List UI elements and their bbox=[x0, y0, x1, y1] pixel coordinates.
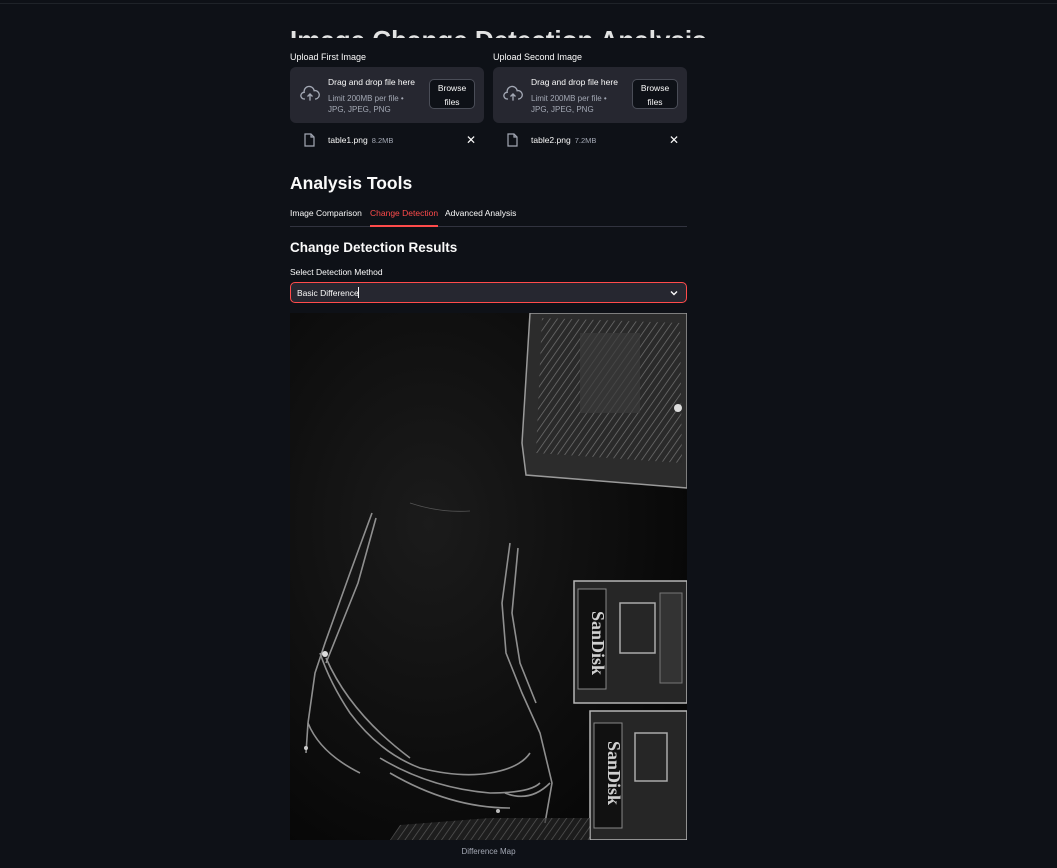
analysis-tabs: Image Comparison Change Detection Advanc… bbox=[290, 207, 687, 227]
dropzone-title: Drag and drop file here bbox=[531, 77, 618, 87]
text-cursor bbox=[358, 287, 359, 298]
uploaded-file-first: table1.png 8.2MB ✕ bbox=[290, 132, 484, 150]
close-icon[interactable]: ✕ bbox=[466, 133, 476, 147]
method-label: Select Detection Method bbox=[290, 267, 383, 277]
file-name: table2.png bbox=[531, 135, 571, 145]
file-icon bbox=[304, 133, 315, 147]
difference-map-image: SanDisk SanDisk bbox=[290, 313, 687, 840]
file-size: 7.2MB bbox=[574, 136, 597, 145]
page-title: Image Change Detection Analysis bbox=[290, 18, 707, 38]
dropzone-limits: Limit 200MB per file • JPG, JPEG, PNG bbox=[328, 94, 404, 114]
upload-second-label: Upload Second Image bbox=[493, 52, 583, 62]
svg-text:SanDisk: SanDisk bbox=[604, 741, 624, 805]
uploaded-file-second: table2.png 7.2MB ✕ bbox=[493, 132, 687, 150]
upload-second-dropzone[interactable]: Drag and drop file here Limit 200MB per … bbox=[493, 67, 687, 123]
svg-text:SanDisk: SanDisk bbox=[588, 611, 608, 675]
analysis-tools-heading: Analysis Tools bbox=[290, 173, 413, 193]
top-divider bbox=[0, 0, 1057, 4]
cloud-upload-icon bbox=[503, 85, 523, 101]
dropzone-title: Drag and drop file here bbox=[328, 77, 415, 87]
results-heading: Change Detection Results bbox=[290, 240, 458, 255]
tab-change-detection[interactable]: Change Detection bbox=[370, 208, 439, 227]
close-icon[interactable]: ✕ bbox=[669, 133, 679, 147]
cloud-upload-icon bbox=[300, 85, 320, 101]
detection-method-select[interactable]: Basic Difference bbox=[290, 282, 687, 303]
file-icon bbox=[507, 133, 518, 147]
browse-files-button[interactable]: Browse files bbox=[429, 79, 475, 109]
image-caption: Difference Map bbox=[461, 847, 516, 856]
file-name: table1.png bbox=[328, 135, 368, 145]
browse-files-button[interactable]: Browse files bbox=[632, 79, 678, 109]
upload-first-label: Upload First Image bbox=[290, 52, 367, 62]
select-value: Basic Difference bbox=[297, 288, 359, 298]
upload-first-dropzone[interactable]: Drag and drop file here Limit 200MB per … bbox=[290, 67, 484, 123]
file-size: 8.2MB bbox=[371, 136, 394, 145]
dropzone-limits: Limit 200MB per file • JPG, JPEG, PNG bbox=[531, 94, 607, 114]
tab-image-comparison[interactable]: Image Comparison bbox=[290, 208, 362, 225]
tab-advanced-analysis[interactable]: Advanced Analysis bbox=[445, 208, 516, 225]
chevron-down-icon[interactable] bbox=[669, 288, 679, 298]
difference-map-graphic: SanDisk SanDisk bbox=[290, 313, 687, 840]
